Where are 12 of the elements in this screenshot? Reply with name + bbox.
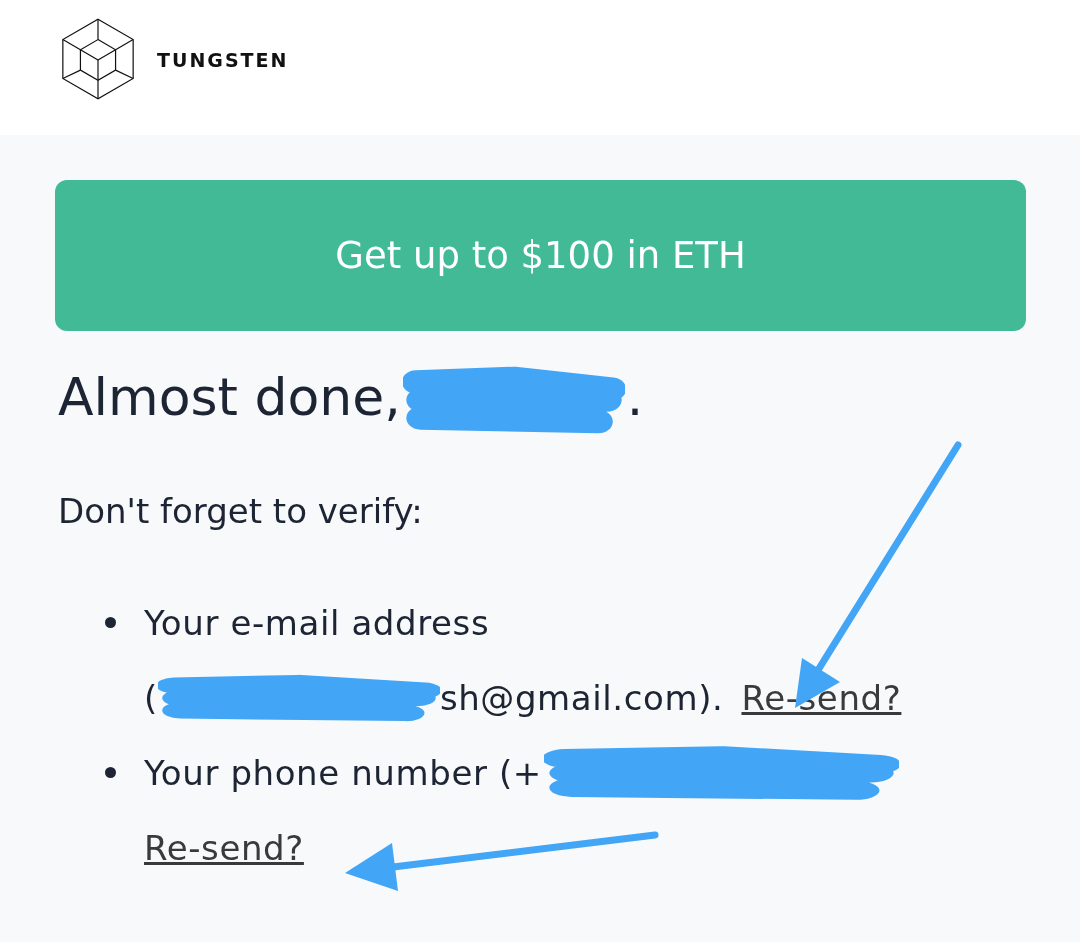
list-text: sh@gmail.com). [439,677,724,718]
intro-text: Don't forget to verify: [58,491,424,531]
list-text: Your phone number (+ [144,752,542,793]
list-text: ( [144,677,158,718]
bullet-icon [105,617,116,628]
greeting-heading: Almost done, [58,366,401,429]
greeting-heading: . [626,366,644,429]
brand-name: TUNGSTEN [157,48,289,71]
resend-link[interactable]: Re-send? [144,827,304,868]
cube-logo-icon [61,16,135,101]
bullet-icon [105,767,116,778]
list-text: Your e-mail address [144,602,490,643]
